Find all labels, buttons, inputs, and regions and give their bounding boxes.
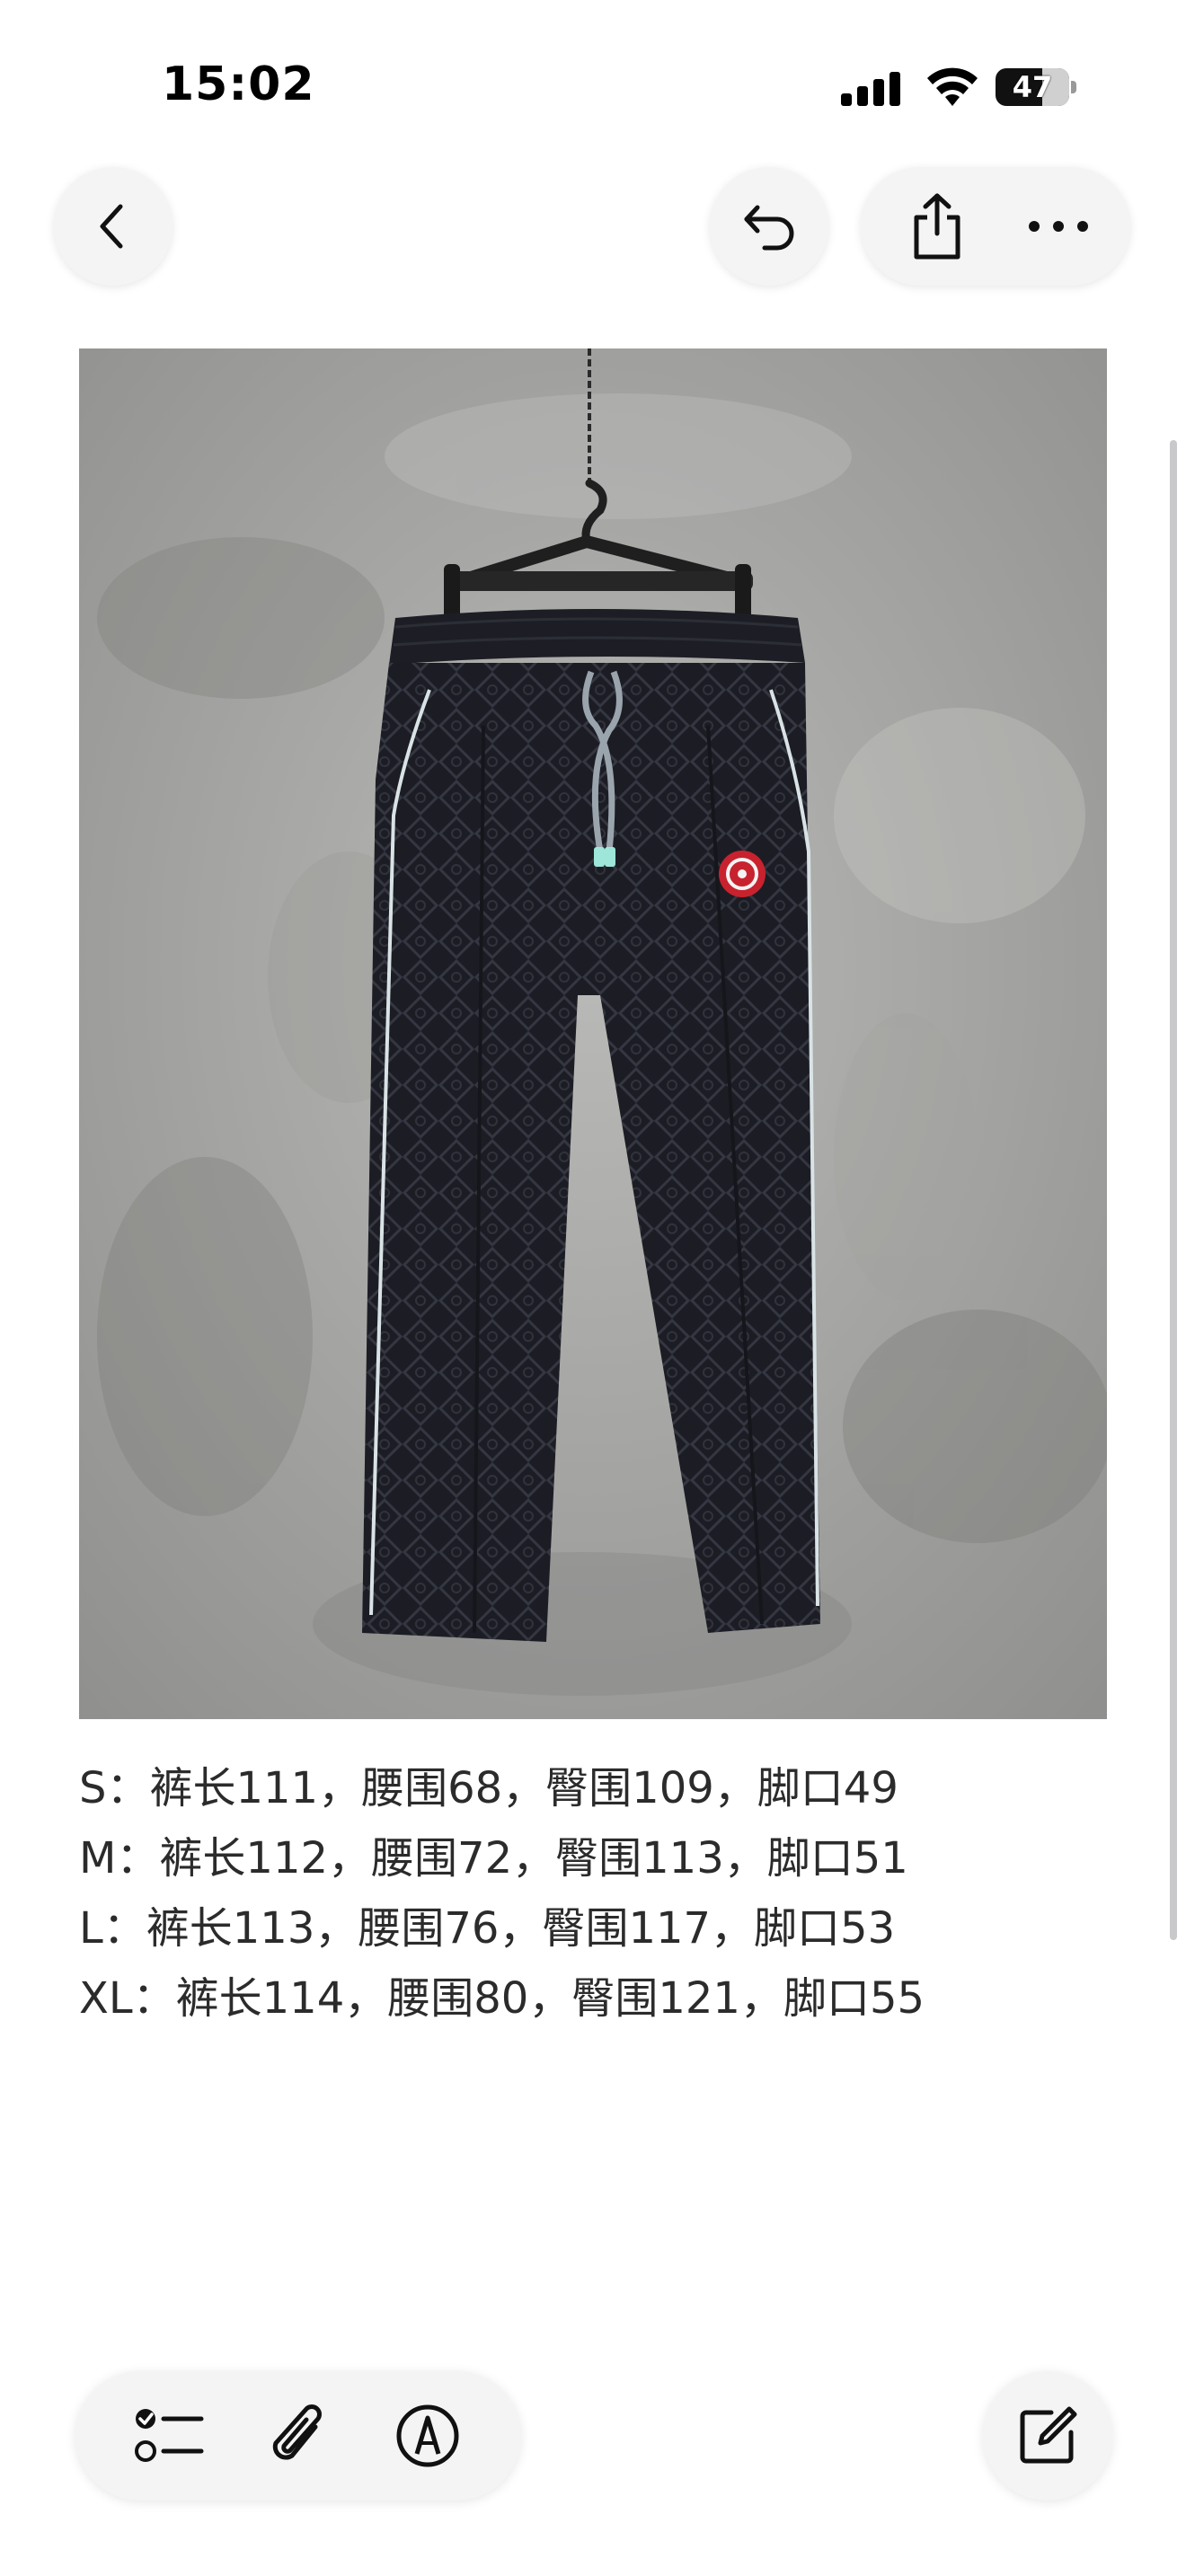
paperclip-icon bbox=[272, 2404, 322, 2460]
share-button[interactable] bbox=[888, 167, 987, 286]
back-button[interactable] bbox=[54, 167, 173, 286]
pen-circle-icon bbox=[396, 2404, 459, 2467]
chevron-left-icon bbox=[100, 204, 123, 249]
size-line-s: S：裤长111，腰围68，臀围109，脚口49 bbox=[79, 1763, 898, 1813]
notes-screen: 15:02 47 S：裤长111，腰围68，臀围109，脚口49 M：裤长112… bbox=[0, 0, 1186, 2576]
battery-level: 47 bbox=[1012, 70, 1053, 104]
actions-group bbox=[861, 167, 1130, 286]
ellipsis-icon bbox=[1029, 221, 1088, 232]
note-image[interactable] bbox=[79, 348, 1107, 1719]
markup-button[interactable] bbox=[374, 2371, 482, 2501]
status-indicators: 47 bbox=[836, 66, 1078, 111]
checklist-button[interactable] bbox=[115, 2371, 223, 2501]
format-toolbar bbox=[75, 2371, 521, 2501]
attachment-button[interactable] bbox=[244, 2371, 352, 2501]
note-body-text[interactable]: S：裤长111，腰围68，臀围109，脚口49 M：裤长112，腰围72，臀围1… bbox=[79, 1753, 1112, 2033]
size-line-m: M：裤长112，腰围72，臀围113，脚口51 bbox=[79, 1833, 908, 1883]
compose-icon bbox=[1020, 2406, 1077, 2464]
more-button[interactable] bbox=[1005, 167, 1112, 286]
undo-icon bbox=[744, 205, 794, 251]
cellular-signal-icon bbox=[841, 72, 900, 106]
size-line-l: L：裤长113，腰围76，臀围117，脚口53 bbox=[79, 1903, 896, 1954]
checklist-icon bbox=[135, 2409, 204, 2462]
scroll-indicator[interactable] bbox=[1170, 440, 1177, 1940]
battery-icon: 47 bbox=[996, 68, 1069, 106]
share-icon bbox=[914, 193, 960, 260]
wifi-icon bbox=[927, 67, 978, 106]
size-line-xl: XL：裤长114，腰围80，臀围121，脚口55 bbox=[79, 1973, 925, 2024]
undo-button[interactable] bbox=[710, 167, 828, 286]
pants-photo bbox=[79, 348, 1107, 1719]
compose-button[interactable] bbox=[983, 2371, 1112, 2501]
status-time: 15:02 bbox=[162, 57, 315, 111]
